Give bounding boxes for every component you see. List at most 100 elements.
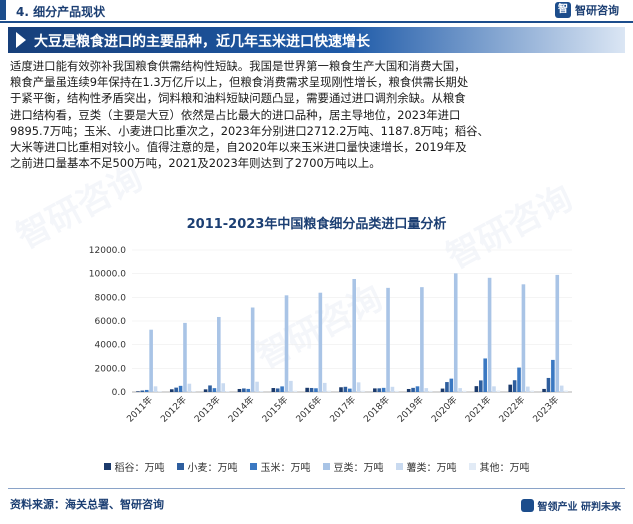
- paragraph-line: 粮食产量虽连续9年保持在1.3万亿斤以上，但粮食消费需求呈现刚性增长，粮食供需长…: [10, 75, 469, 90]
- paragraph-line: 之前进口量基本不足500万吨，2021及2023年则达到了2700万吨以上。: [10, 156, 381, 171]
- bar: [305, 387, 309, 392]
- x-tick-label: 2019年: [395, 394, 426, 425]
- bar: [411, 387, 415, 392]
- x-tick-label: 2018年: [361, 394, 392, 425]
- brand-slogan: 智领产业 研判未来: [537, 502, 621, 513]
- bar: [314, 388, 318, 392]
- y-tick-label: 8000.0: [95, 293, 127, 303]
- bar: [203, 389, 208, 392]
- chart-legend: 稻谷：万吨 小麦：万吨 玉米：万吨 豆类：万吨 薯类：万吨 其他：万吨: [0, 459, 633, 474]
- bar: [208, 385, 212, 392]
- y-tick-label: 0.0: [112, 388, 127, 398]
- bar: [212, 388, 217, 392]
- bar: [377, 388, 382, 392]
- bar: [237, 388, 242, 392]
- bar: [406, 388, 411, 392]
- bar: [221, 383, 226, 392]
- bar: [149, 329, 153, 392]
- bar: [356, 382, 361, 392]
- play-arrow-icon: [16, 32, 26, 48]
- bar: [492, 386, 496, 392]
- bar: [187, 383, 192, 392]
- bar: [352, 278, 356, 392]
- brand-logo-icon: [520, 499, 534, 512]
- paragraph-line: 于紧平衡，结构性矛盾突出，饲料粮和油料短缺问题凸显，需要通过进口调剂余缺。从粮食: [10, 91, 466, 106]
- y-tick-label: 2000.0: [95, 364, 127, 374]
- footer-divider: [8, 488, 625, 489]
- company-logo: 智 智研咨询: [555, 2, 619, 18]
- bar: [191, 391, 196, 392]
- bar: [343, 386, 348, 392]
- bar: [462, 390, 467, 392]
- legend-label: 豆类：万吨: [333, 463, 384, 474]
- bar: [386, 287, 390, 392]
- header-accent-bar: [0, 0, 6, 20]
- header-divider: [0, 21, 633, 23]
- bar: [284, 295, 289, 392]
- bar: [178, 385, 183, 392]
- bar: [428, 390, 433, 392]
- bar: [225, 391, 230, 392]
- legend-label: 玉米：万吨: [260, 463, 311, 474]
- bar: [449, 378, 454, 392]
- x-tick-label: 2012年: [158, 394, 189, 425]
- x-tick-label: 2022年: [496, 394, 527, 425]
- bar: [242, 388, 246, 392]
- x-tick-label: 2017年: [327, 394, 358, 425]
- x-tick-label: 2023年: [530, 394, 561, 425]
- bar: [496, 390, 501, 392]
- bar: [322, 382, 327, 392]
- bar: [424, 388, 429, 392]
- bar: [271, 388, 276, 392]
- bar: [275, 388, 280, 392]
- bar: [542, 388, 546, 392]
- page-header: 4. 细分产品现状 智 智研咨询: [0, 0, 633, 24]
- legend-label: 稻谷：万吨: [114, 463, 165, 474]
- bar: [327, 390, 331, 392]
- bar: [546, 377, 551, 392]
- page-footer: 资料来源：海关总署、智研咨询 智领产业 研判未来: [0, 488, 633, 524]
- bar: [153, 386, 158, 392]
- footer-brand: 智领产业 研判未来: [520, 498, 621, 513]
- body-paragraph: 适度进口能有效弥补我国粮食供需结构性短缺。我国是世界第一粮食生产大国和消费大国，…: [10, 58, 624, 171]
- bar: [487, 277, 492, 392]
- bar: [521, 284, 526, 392]
- bar: [217, 316, 221, 392]
- bar: [483, 358, 487, 392]
- bar: [526, 386, 530, 392]
- bar: [174, 387, 178, 392]
- y-tick-label: 12000.0: [89, 246, 126, 256]
- source-note: 资料来源：海关总署、智研咨询: [10, 498, 164, 511]
- bar: [140, 390, 145, 392]
- x-tick-label: 2011年: [124, 394, 155, 425]
- bar: [420, 287, 424, 392]
- bar: [250, 307, 255, 392]
- legend-item: 豆类：万吨: [322, 459, 384, 474]
- legend-swatch: [322, 463, 330, 470]
- x-tick-label: 2020年: [429, 394, 460, 425]
- bar: [512, 380, 517, 392]
- bar: [458, 388, 462, 392]
- x-tick-label: 2021年: [462, 394, 493, 425]
- bar: [280, 386, 284, 392]
- bar: [136, 391, 140, 392]
- legend-item: 小麦：万吨: [176, 459, 238, 474]
- legend-swatch: [468, 463, 476, 470]
- legend-swatch: [176, 463, 184, 470]
- bar: [530, 390, 535, 392]
- bar: [348, 388, 352, 392]
- bar: [183, 322, 187, 392]
- bar: [395, 390, 399, 392]
- legend-item: 其他：万吨: [468, 459, 530, 474]
- bar: [259, 390, 264, 392]
- bar: [474, 386, 479, 392]
- section-title: 4. 细分产品现状: [16, 5, 106, 19]
- bar: [373, 388, 377, 392]
- bar: [293, 390, 298, 392]
- legend-label: 薯类：万吨: [406, 463, 457, 474]
- bar: [555, 274, 560, 392]
- logo-icon: 智: [555, 2, 571, 18]
- import-volume-chart: 0.0 2000.0 4000.0 6000.0 8000.0 10000.0 12000.…: [89, 246, 572, 425]
- legend-swatch: [249, 463, 257, 470]
- bar: [309, 387, 314, 392]
